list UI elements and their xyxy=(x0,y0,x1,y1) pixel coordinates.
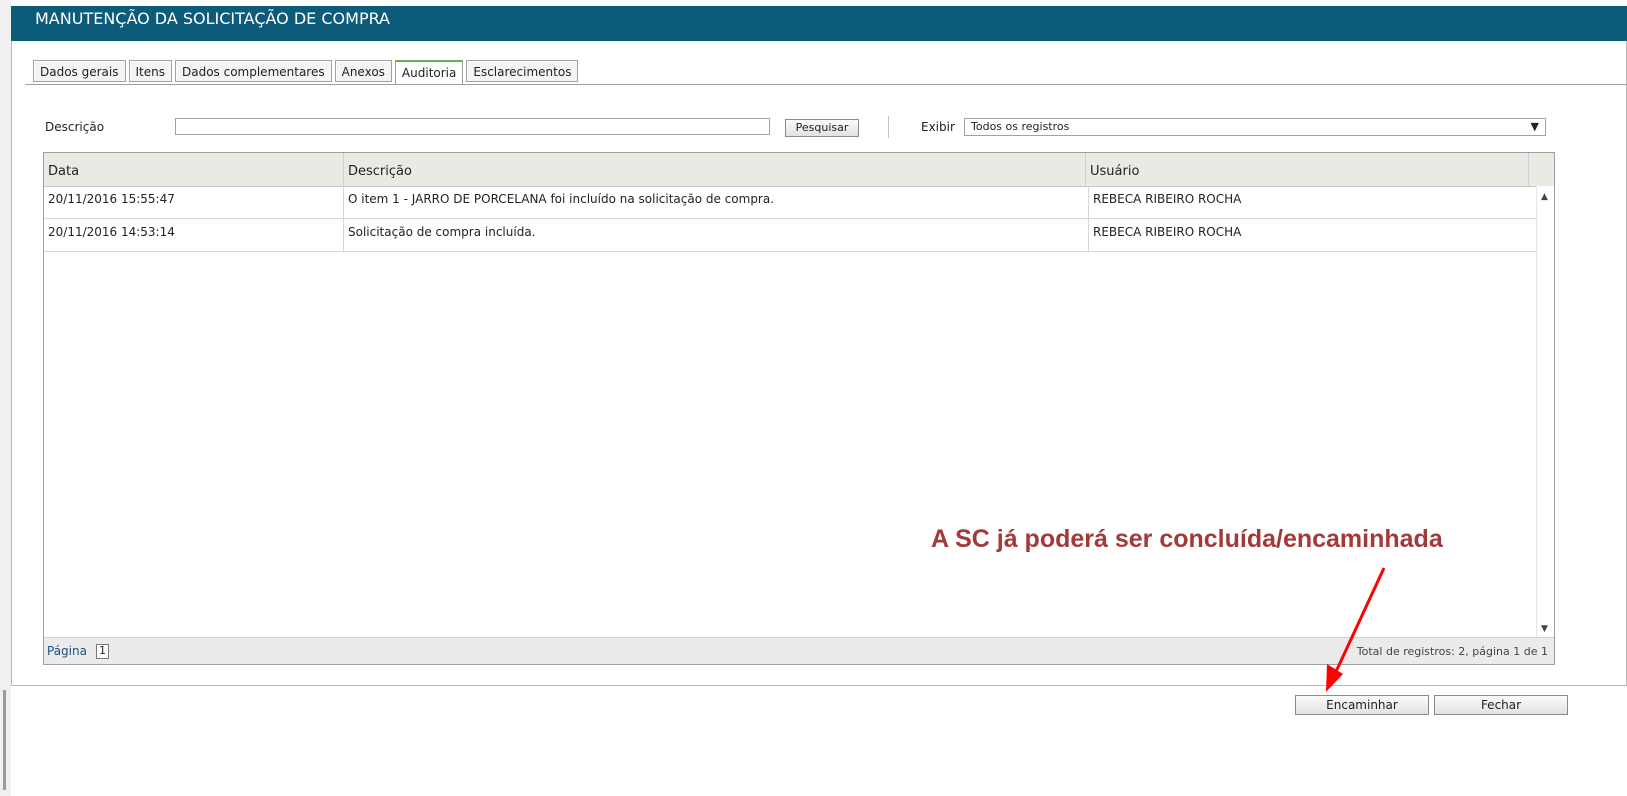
forward-button[interactable]: Encaminhar xyxy=(1295,695,1429,715)
close-button[interactable]: Fechar xyxy=(1434,695,1568,715)
annotation-arrow xyxy=(1326,567,1386,692)
